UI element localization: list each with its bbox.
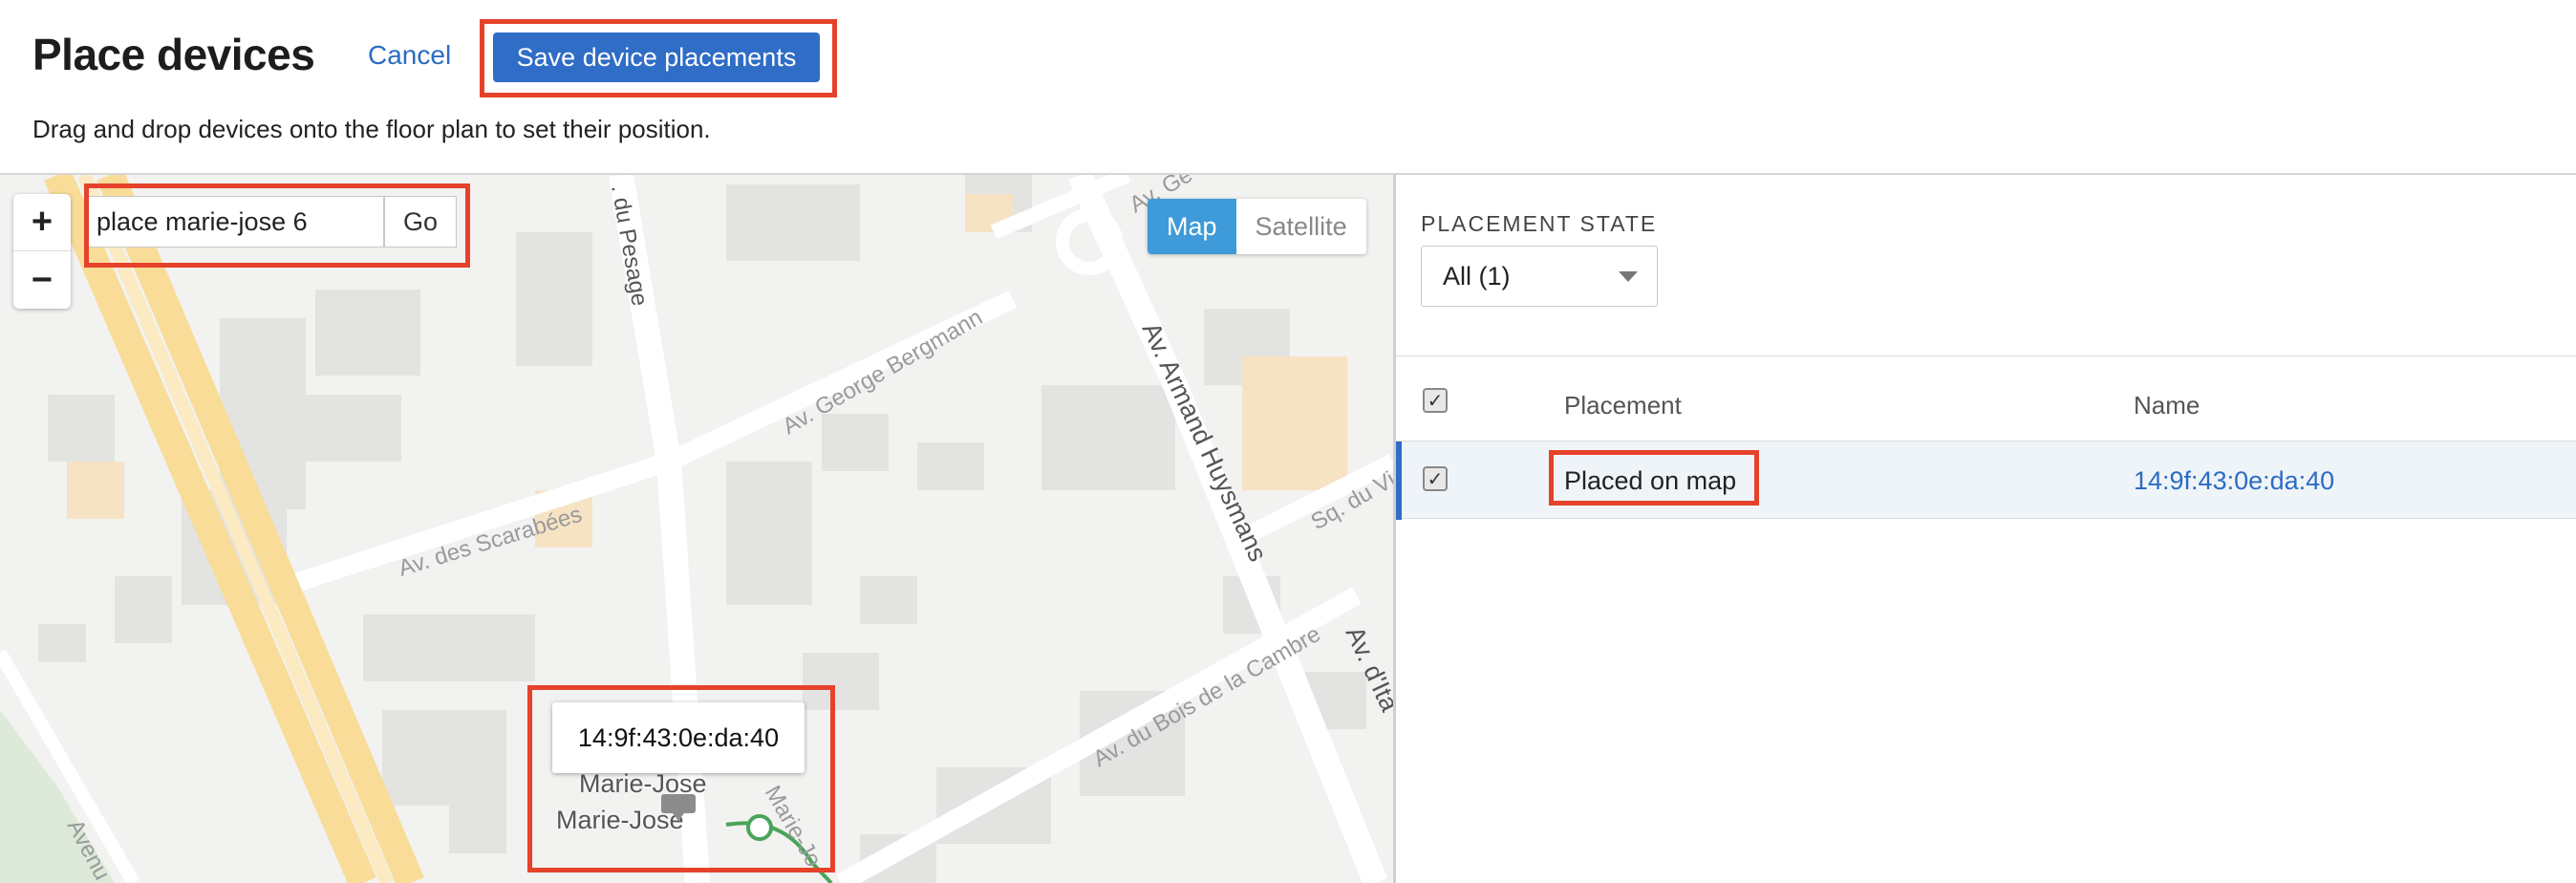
address-search-input[interactable] [88, 196, 384, 248]
map-type-control: Map Satellite [1148, 199, 1366, 254]
zoom-control: + − [13, 194, 71, 309]
device-tooltip: 14:9f:43:0e:da:40 [552, 702, 805, 773]
chevron-down-icon [1619, 271, 1638, 282]
placement-state-label: PLACEMENT STATE [1421, 211, 1658, 236]
zoom-out-button[interactable]: − [13, 251, 71, 309]
map-type-satellite-button[interactable]: Satellite [1235, 199, 1366, 254]
table-row[interactable]: ✓ Placed on map 14:9f:43:0e:da:40 [1396, 441, 2576, 520]
row-placement: Placed on map [1564, 466, 1737, 495]
page-title: Place devices [32, 30, 315, 79]
row-selected-accent [1396, 442, 1402, 520]
page-header: Place devices Cancel Save device placeme… [0, 0, 2576, 174]
table-top-border [1396, 355, 2576, 356]
column-header-placement[interactable]: Placement [1564, 391, 1682, 420]
device-list-panel: PLACEMENT STATE All (1) ✓ Placement Name… [1396, 175, 2576, 883]
placement-state-select[interactable]: All (1) [1421, 246, 1658, 307]
map-view[interactable]: . du Pesage Av. George Bergmann Av. Arma… [0, 175, 1393, 883]
map-type-map-button[interactable]: Map [1148, 199, 1236, 254]
go-button[interactable]: Go [384, 196, 457, 248]
row-device-name-link[interactable]: 14:9f:43:0e:da:40 [2134, 466, 2334, 496]
cancel-link[interactable]: Cancel [368, 40, 451, 71]
select-all-checkbox[interactable]: ✓ [1423, 388, 1448, 413]
column-header-name[interactable]: Name [2134, 391, 2200, 420]
zoom-in-button[interactable]: + [13, 194, 71, 251]
page-subtitle: Drag and drop devices onto the floor pla… [32, 115, 711, 143]
row-checkbox[interactable]: ✓ [1423, 466, 1448, 491]
device-marker-icon[interactable] [661, 794, 696, 821]
placement-state-value: All (1) [1443, 262, 1511, 291]
save-device-placements-button[interactable]: Save device placements [493, 32, 820, 82]
